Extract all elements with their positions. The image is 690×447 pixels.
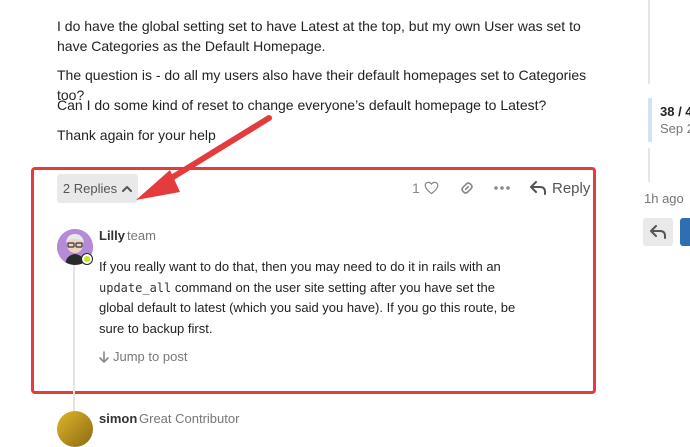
annotation-arrow <box>136 115 272 200</box>
